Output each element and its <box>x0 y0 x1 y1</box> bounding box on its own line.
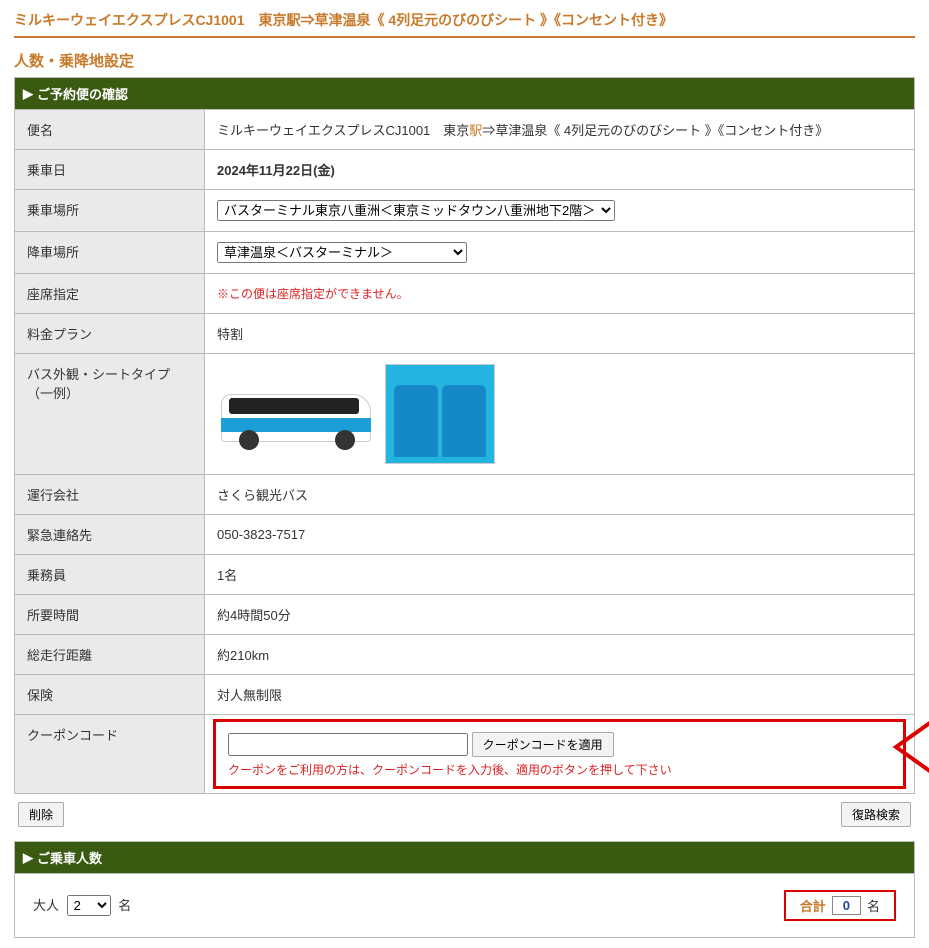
label-crew: 乗務員 <box>15 555 205 595</box>
label-emergency: 緊急連絡先 <box>15 515 205 555</box>
coupon-highlight-box: クーポンコードを適用 クーポンをご利用の方は、クーポンコードを入力後、適用のボタ… <box>213 719 906 789</box>
confirmation-panel-header: ▶ ご予約便の確認 <box>14 77 915 109</box>
label-boarding: 乗車場所 <box>15 190 205 232</box>
label-seat-spec: 座席指定 <box>15 274 205 314</box>
label-operator: 運行会社 <box>15 475 205 515</box>
panel-header-label: ご予約便の確認 <box>37 84 128 103</box>
return-search-button[interactable]: 復路検索 <box>841 802 911 827</box>
label-duration: 所要時間 <box>15 595 205 635</box>
value-duration: 約4時間50分 <box>205 595 915 635</box>
cell-coupon: クーポンコードを適用 クーポンをご利用の方は、クーポンコードを入力後、適用のボタ… <box>205 715 915 794</box>
boarding-select[interactable]: バスターミナル東京八重洲＜東京ミッドタウン八重洲地下2階＞ <box>217 200 615 221</box>
callout-arrow-icon <box>886 707 929 787</box>
cell-boarding: バスターミナル東京八重洲＜東京ミッドタウン八重洲地下2階＞ <box>205 190 915 232</box>
value-emergency: 050-3823-7517 <box>205 515 915 555</box>
total-value: 0 <box>832 896 861 915</box>
value-fare-plan: 特割 <box>205 314 915 354</box>
coupon-input[interactable] <box>228 733 468 756</box>
label-fare-plan: 料金プラン <box>15 314 205 354</box>
reservation-info-table: 便名 ミルキーウェイエクスプレスCJ1001 東京駅⇒草津温泉《 4列足元のびの… <box>14 109 915 794</box>
apply-coupon-button[interactable]: クーポンコードを適用 <box>472 732 614 757</box>
value-distance: 約210km <box>205 635 915 675</box>
delete-button[interactable]: 削除 <box>18 802 64 827</box>
section-heading: 人数・乗降地設定 <box>14 50 915 71</box>
label-alighting: 降車場所 <box>15 232 205 274</box>
value-ride-date: 2024年11月22日(金) <box>205 150 915 190</box>
total-unit: 名 <box>867 896 880 915</box>
label-route-name: 便名 <box>15 110 205 150</box>
label-insurance: 保険 <box>15 675 205 715</box>
adult-count-group: 大人 2 名 <box>33 895 131 916</box>
adult-count-select[interactable]: 2 <box>67 895 111 916</box>
page-title: ミルキーウェイエクスプレスCJ1001 東京駅⇒草津温泉《 4列足元のびのびシー… <box>14 10 915 36</box>
passengers-panel-header: ▶ ご乗車人数 <box>14 841 915 873</box>
label-coupon: クーポンコード <box>15 715 205 794</box>
value-seat-note: ※この便は座席指定ができません。 <box>205 274 915 314</box>
coupon-hint: クーポンをご利用の方は、クーポンコードを入力後、適用のボタンを押して下さい <box>228 761 891 778</box>
adult-label: 大人 <box>33 898 59 913</box>
label-bus-appearance: バス外観・シートタイプ（一例） <box>15 354 205 475</box>
label-distance: 総走行距離 <box>15 635 205 675</box>
total-box: 合計 0 名 <box>784 890 896 921</box>
passengers-box: 大人 2 名 合計 0 名 <box>14 873 915 938</box>
chevron-right-icon: ▶ <box>23 850 33 866</box>
action-row: 削除 復路検索 <box>14 794 915 841</box>
label-ride-date: 乗車日 <box>15 150 205 190</box>
adult-unit: 名 <box>118 898 131 913</box>
bus-exterior-image <box>217 364 377 454</box>
value-route-name: ミルキーウェイエクスプレスCJ1001 東京駅⇒草津温泉《 4列足元のびのびシー… <box>205 110 915 150</box>
chevron-right-icon: ▶ <box>23 86 33 102</box>
alighting-select[interactable]: 草津温泉＜バスターミナル＞ <box>217 242 467 263</box>
value-insurance: 対人無制限 <box>205 675 915 715</box>
value-operator: さくら観光バス <box>205 475 915 515</box>
total-label: 合計 <box>800 896 826 915</box>
value-crew: 1名 <box>205 555 915 595</box>
bus-seat-image <box>385 364 495 464</box>
title-divider <box>14 36 915 38</box>
panel-header-label: ご乗車人数 <box>37 848 102 867</box>
cell-bus-images <box>205 354 915 475</box>
cell-alighting: 草津温泉＜バスターミナル＞ <box>205 232 915 274</box>
station-link[interactable]: 駅 <box>469 123 482 138</box>
